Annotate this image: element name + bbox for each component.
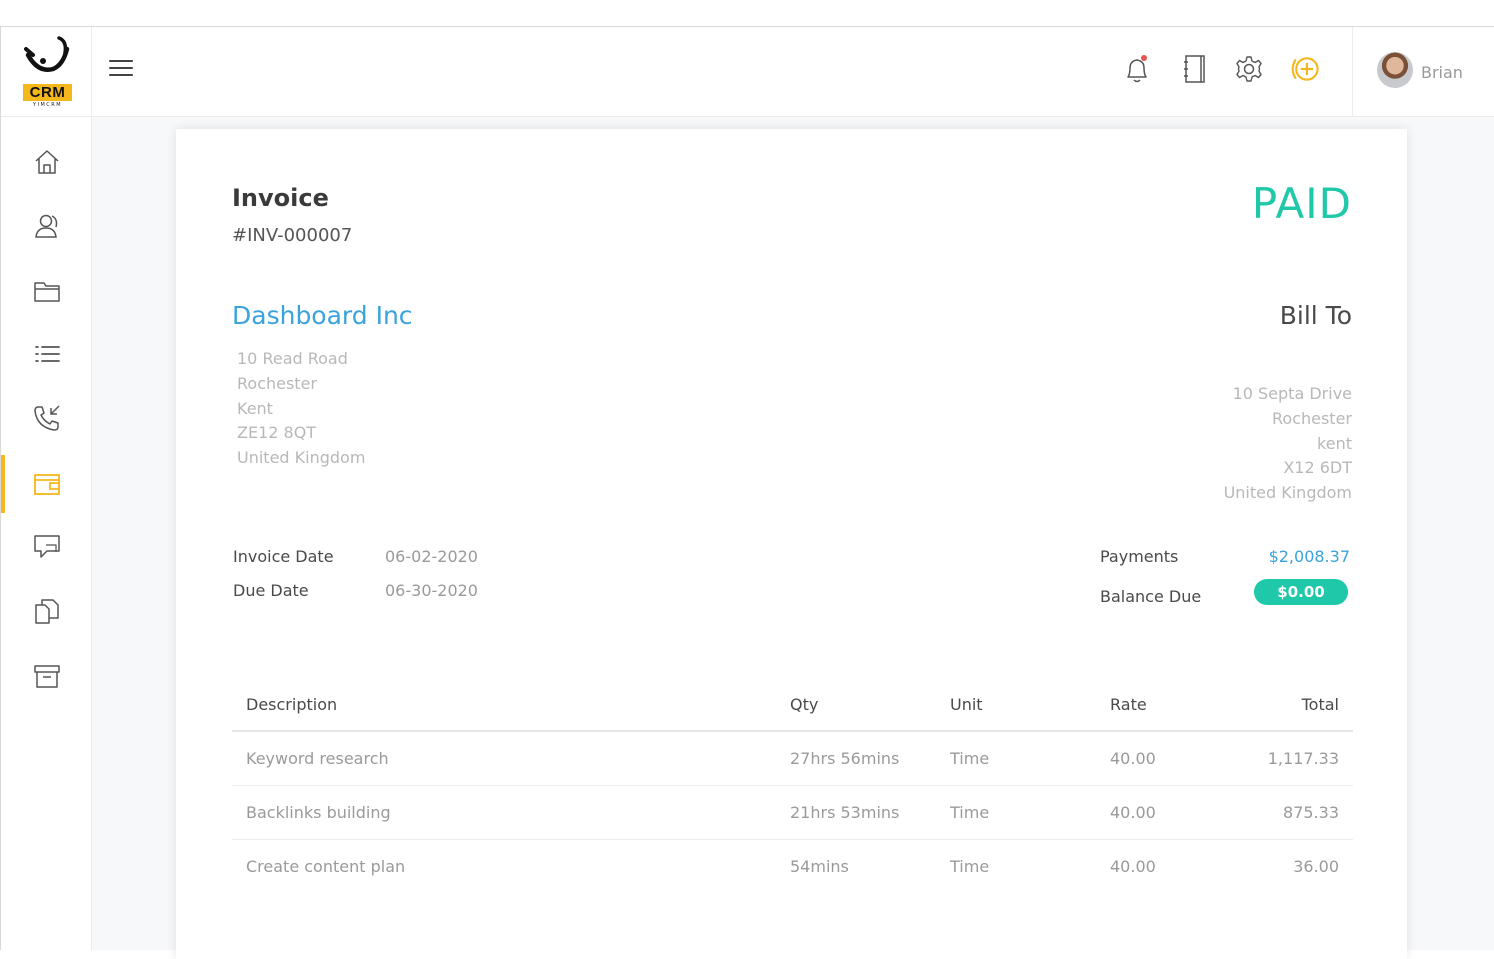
cell-description: Keyword research	[232, 731, 776, 786]
invoice-card: Invoice #INV-000007 PAID Dashboard Inc 1…	[176, 129, 1407, 959]
address-line: United Kingdom	[237, 448, 366, 468]
invoice-date-value: 06-02-2020	[385, 547, 478, 566]
address-line: ZE12 8QT	[237, 423, 317, 443]
sidebar-item-calls[interactable]	[1, 389, 92, 447]
address-line: United Kingdom	[1223, 483, 1352, 503]
user-menu[interactable]: Brian	[1352, 27, 1494, 117]
list-icon	[34, 346, 60, 362]
due-date-value: 06-30-2020	[385, 581, 478, 600]
wallet-icon	[33, 474, 60, 495]
cell-description: Backlinks building	[232, 785, 776, 840]
cell-rate: 40.00	[1096, 731, 1246, 786]
cell-total: 1,117.33	[1246, 731, 1353, 786]
cell-total: 875.33	[1246, 785, 1353, 840]
due-date-label: Due Date	[233, 581, 309, 600]
sidebar: CRM YIMCRM	[1, 27, 92, 951]
cell-qty: 54mins	[790, 856, 849, 876]
column-header-unit: Unit	[936, 679, 1096, 732]
app-window: CRM YIMCRM Brian Invoice #INV-000007 PAI…	[0, 26, 1494, 959]
cell-description: Create content plan	[246, 856, 406, 876]
cell-qty: 27hrs 56mins	[776, 731, 936, 786]
sidebar-item-tasks[interactable]	[1, 325, 92, 383]
sidebar-item-projects[interactable]	[1, 262, 92, 320]
company-name[interactable]: Dashboard Inc	[232, 301, 413, 330]
status-badge: PAID	[1251, 179, 1352, 228]
address-line: Rochester	[237, 373, 317, 393]
logo-text: CRM	[23, 84, 72, 101]
logo-mark-icon	[24, 36, 70, 72]
avatar	[1377, 52, 1413, 88]
add-circle-icon	[1291, 57, 1319, 81]
balance-due-badge: $0.00	[1254, 579, 1348, 605]
table-row: Create content plan 54mins Time 40.00 36…	[232, 839, 1353, 893]
line-items-table: Description Qty Unit Rate Total Keyword …	[232, 679, 1353, 893]
balance-due-label: Balance Due	[1100, 587, 1202, 606]
address-line: 10 Septa Drive	[1232, 384, 1352, 403]
quick-add-button[interactable]	[1290, 53, 1322, 85]
sidebar-item-invoices[interactable]	[1, 455, 92, 513]
menu-toggle-icon[interactable]	[108, 57, 134, 79]
column-header-qty: Qty	[776, 679, 936, 732]
app-logo[interactable]: CRM YIMCRM	[1, 27, 92, 117]
archive-icon	[33, 665, 60, 688]
to-address: 10 Septa Drive Rochester kent X12 6DT Un…	[1224, 382, 1352, 506]
address-line: Rochester	[1272, 408, 1352, 428]
table-row: Backlinks building 21hrs 53mins Time 40.…	[232, 785, 1353, 840]
sidebar-item-contacts[interactable]	[1, 197, 92, 255]
column-header-total: Total	[1246, 679, 1353, 732]
cell-qty: 21hrs 53mins	[776, 785, 936, 840]
contacts-icon	[34, 214, 57, 238]
invoice-number: #INV-000007	[232, 225, 353, 246]
address-line: kent	[1317, 433, 1352, 453]
home-icon	[34, 150, 59, 174]
sidebar-item-archive[interactable]	[1, 647, 92, 705]
bill-to-heading: Bill To	[1279, 301, 1352, 330]
user-name: Brian	[1421, 63, 1463, 82]
notes-button[interactable]	[1179, 53, 1211, 85]
table-row: Keyword research 27hrs 56mins Time 40.00…	[232, 731, 1353, 786]
notifications-button[interactable]	[1121, 53, 1153, 85]
invoice-title: Invoice	[232, 184, 329, 212]
table-header-row: Description Qty Unit Rate Total	[232, 679, 1353, 732]
payments-label: Payments	[1100, 547, 1179, 566]
sidebar-item-documents[interactable]	[1, 582, 92, 640]
folder-icon	[33, 282, 60, 302]
gear-icon	[1236, 56, 1262, 82]
cell-unit: Time	[936, 731, 1096, 786]
cell-unit: Time	[950, 856, 990, 876]
top-bar: Brian	[92, 27, 1494, 117]
address-line: 10 Read Road	[237, 349, 348, 368]
payments-value: $2,008.37	[1268, 547, 1350, 566]
chat-icon	[33, 535, 60, 558]
cell-rate: 40.00	[1096, 785, 1246, 840]
address-line: Kent	[237, 398, 273, 418]
sidebar-item-messages[interactable]	[1, 517, 92, 575]
documents-icon	[34, 599, 59, 624]
invoice-date-label: Invoice Date	[233, 547, 334, 566]
settings-button[interactable]	[1233, 53, 1265, 85]
bell-icon	[1127, 55, 1147, 83]
from-address: 10 Read Road Rochester Kent ZE12 8QT Uni…	[237, 347, 365, 471]
column-header-rate: Rate	[1096, 679, 1246, 732]
column-header-description: Description	[232, 679, 776, 732]
sidebar-item-home[interactable]	[1, 133, 92, 191]
cell-rate: 40.00	[1110, 856, 1156, 876]
logo-subtext: YIMCRM	[32, 102, 63, 108]
notebook-icon	[1184, 55, 1205, 83]
cell-unit: Time	[936, 785, 1096, 840]
phone-icon	[33, 405, 60, 431]
address-line: X12 6DT	[1283, 458, 1352, 478]
cell-total: 36.00	[1293, 856, 1339, 876]
